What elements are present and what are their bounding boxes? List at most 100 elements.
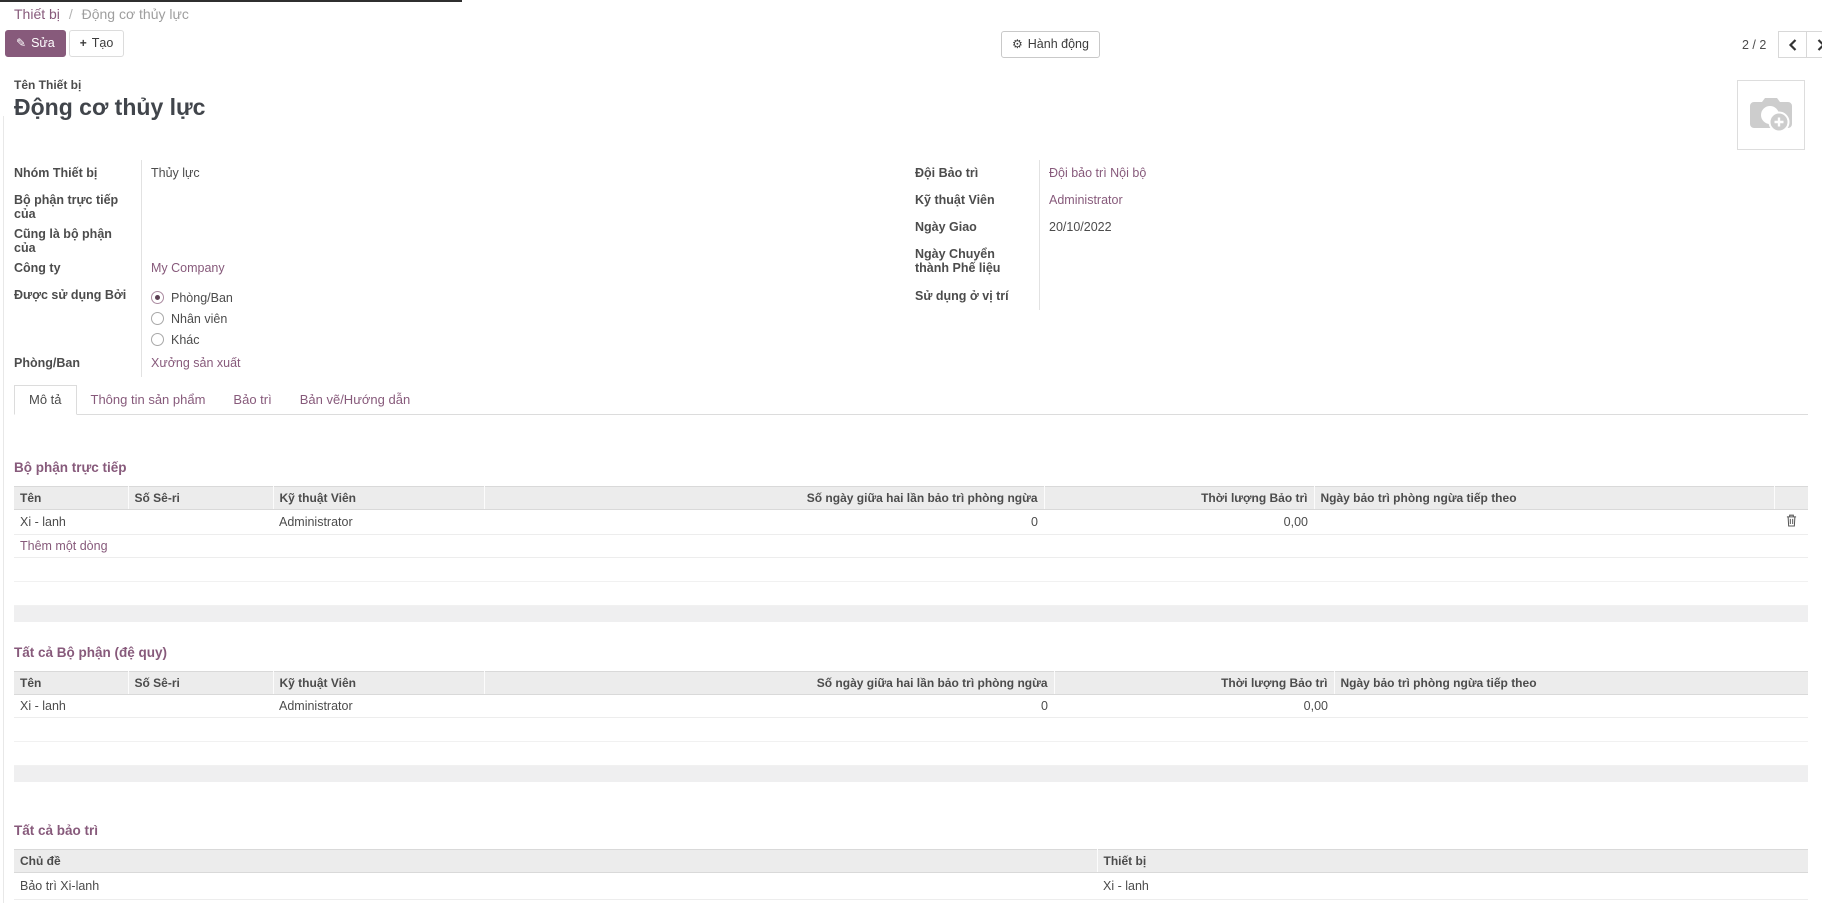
- direct-parts-table: Tên Số Sê-ri Kỹ thuật Viên Số ngày giữa …: [14, 486, 1808, 622]
- column-header-days-between[interactable]: Số ngày giữa hai lần bảo trì phòng ngừa: [484, 487, 1044, 510]
- cell-serial[interactable]: [128, 695, 273, 718]
- tab-drawings-instructions[interactable]: Bản vẽ/Hướng dẫn: [286, 386, 424, 414]
- table-header-row: Chủ đề Thiết bị: [14, 850, 1808, 873]
- radio-unselected-icon[interactable]: [151, 312, 164, 325]
- table-header-row: Tên Số Sê-ri Kỹ thuật Viên Số ngày giữa …: [14, 672, 1808, 695]
- column-header-next-date[interactable]: Ngày bảo trì phòng ngừa tiếp theo: [1334, 672, 1808, 695]
- section-all-parts: Tất cả Bộ phận (đệ quy) Tên Số Sê-ri Kỹ …: [14, 645, 1808, 782]
- field-label: Bộ phận trực tiếp của: [14, 187, 142, 221]
- radio-unselected-icon[interactable]: [151, 333, 164, 346]
- radio-option-label: Phòng/Ban: [171, 291, 233, 305]
- column-header-delete: [1774, 487, 1808, 510]
- radio-selected-icon[interactable]: [151, 291, 164, 304]
- column-header-subject[interactable]: Chủ đề: [14, 850, 1097, 873]
- cell-next-date[interactable]: [1314, 510, 1774, 535]
- radio-option-other[interactable]: Khác: [151, 329, 774, 350]
- pager-buttons: [1778, 31, 1822, 58]
- tab-product-information[interactable]: Thông tin sản phẩm: [77, 386, 220, 414]
- form-sheet: Tên Thiết bị Động cơ thủy lực Nhóm Thiết…: [0, 58, 1822, 903]
- maintenance-team-link[interactable]: Đội bảo trì Nội bộ: [1049, 166, 1146, 180]
- breadcrumb-parent-link[interactable]: Thiết bị: [14, 6, 60, 22]
- field-label: Cũng là bộ phận của: [14, 221, 142, 255]
- field-maintenance-team: Đội Bảo trì Đội bảo trì Nội bộ: [915, 160, 1475, 187]
- cell-subject[interactable]: Bảo trì Xi-lanh: [14, 873, 1097, 900]
- cell-technician[interactable]: Administrator: [273, 695, 484, 718]
- field-label: Ngày Chuyển thành Phế liệu: [915, 241, 1040, 283]
- column-header-duration[interactable]: Thời lượng Bảo trì: [1054, 672, 1334, 695]
- section-title: Tất cả bảo trì: [14, 823, 1808, 838]
- delete-row-button[interactable]: [1774, 510, 1808, 535]
- pager-value: 2 / 2: [1742, 38, 1766, 52]
- breadcrumb-separator: /: [69, 6, 73, 22]
- empty-row: [14, 582, 1808, 606]
- column-header-equipment[interactable]: Thiết bị: [1097, 850, 1808, 873]
- empty-row: [14, 742, 1808, 766]
- company-link[interactable]: My Company: [151, 261, 225, 275]
- pager-previous-button[interactable]: [1778, 31, 1807, 58]
- field-used-in-location: Sử dụng ở vị trí: [915, 283, 1475, 310]
- field-assigned-date: Ngày Giao 20/10/2022: [915, 214, 1475, 241]
- column-header-technician[interactable]: Kỹ thuật Viên: [273, 672, 484, 695]
- page-title: Động cơ thủy lực: [14, 94, 205, 121]
- record-buttons: ✎ Sửa + Tạo: [5, 30, 124, 57]
- field-value: [1040, 283, 1475, 310]
- table-row[interactable]: Xi - lanh Administrator 0 0,00: [14, 510, 1808, 535]
- all-parts-table: Tên Số Sê-ri Kỹ thuật Viên Số ngày giữa …: [14, 671, 1808, 782]
- column-header-name[interactable]: Tên: [14, 487, 128, 510]
- field-used-by: Được sử dụng Bởi Phòng/Ban Nhân viên Khá…: [14, 282, 774, 350]
- field-value: 20/10/2022: [1040, 214, 1475, 241]
- radio-option-employee[interactable]: Nhân viên: [151, 308, 774, 329]
- breadcrumb: Thiết bị / Động cơ thủy lực: [14, 6, 189, 22]
- column-header-next-date[interactable]: Ngày bảo trì phòng ngừa tiếp theo: [1314, 487, 1774, 510]
- cell-days-between[interactable]: 0: [484, 510, 1044, 535]
- empty-row: [14, 718, 1808, 742]
- cell-name[interactable]: Xi - lanh: [14, 695, 128, 718]
- column-header-days-between[interactable]: Số ngày giữa hai lần bảo trì phòng ngừa: [484, 672, 1054, 695]
- table-row[interactable]: Bảo trì Xi-lanh Xi - lanh: [14, 873, 1808, 900]
- column-header-serial[interactable]: Số Sê-ri: [128, 487, 273, 510]
- cell-duration[interactable]: 0,00: [1044, 510, 1314, 535]
- technician-link[interactable]: Administrator: [1049, 193, 1123, 207]
- create-button[interactable]: + Tạo: [69, 30, 125, 57]
- column-header-name[interactable]: Tên: [14, 672, 128, 695]
- field-value: [1040, 241, 1475, 283]
- tab-maintenance[interactable]: Bảo trì: [219, 386, 285, 414]
- field-label: Phòng/Ban: [14, 350, 142, 377]
- field-label: Công ty: [14, 255, 142, 282]
- column-header-serial[interactable]: Số Sê-ri: [128, 672, 273, 695]
- tab-description[interactable]: Mô tả: [14, 385, 77, 415]
- edit-button[interactable]: ✎ Sửa: [5, 30, 66, 57]
- image-upload-box[interactable]: [1737, 80, 1805, 150]
- gear-icon: ⚙: [1012, 38, 1023, 50]
- action-button[interactable]: ⚙ Hành động: [1001, 31, 1100, 58]
- department-link[interactable]: Xưởng sản xuất: [151, 356, 241, 370]
- table-row[interactable]: Xi - lanh Administrator 0 0,00: [14, 695, 1808, 718]
- column-header-technician[interactable]: Kỹ thuật Viên: [273, 487, 484, 510]
- empty-row: [14, 558, 1808, 582]
- field-label: Đội Bảo trì: [915, 160, 1040, 187]
- left-field-group: Nhóm Thiết bị Thủy lực Bộ phận trực tiếp…: [14, 160, 774, 377]
- radio-option-label: Nhân viên: [171, 312, 227, 326]
- field-value: [142, 221, 774, 255]
- edit-button-label: Sửa: [31, 37, 55, 50]
- name-field-label: Tên Thiết bị: [14, 78, 81, 92]
- field-technician: Kỹ thuật Viên Administrator: [915, 187, 1475, 214]
- cell-technician[interactable]: Administrator: [273, 510, 484, 535]
- sheet-left-rule: [3, 116, 4, 903]
- cell-next-date[interactable]: [1334, 695, 1808, 718]
- right-field-group: Đội Bảo trì Đội bảo trì Nội bộ Kỹ thuật …: [915, 160, 1475, 310]
- cell-name[interactable]: Xi - lanh: [14, 510, 128, 535]
- pager-next-button[interactable]: [1807, 31, 1822, 58]
- cell-serial[interactable]: [128, 510, 273, 535]
- column-header-duration[interactable]: Thời lượng Bảo trì: [1044, 487, 1314, 510]
- cell-duration[interactable]: 0,00: [1054, 695, 1334, 718]
- radio-option-department[interactable]: Phòng/Ban: [151, 287, 774, 308]
- cell-days-between[interactable]: 0: [484, 695, 1054, 718]
- field-department: Phòng/Ban Xưởng sản xuất: [14, 350, 774, 377]
- add-row: Thêm một dòng: [14, 535, 1808, 558]
- cell-equipment[interactable]: Xi - lanh: [1097, 873, 1808, 900]
- field-scrap-date: Ngày Chuyển thành Phế liệu: [915, 241, 1475, 283]
- add-a-line-link[interactable]: Thêm một dòng: [20, 539, 108, 553]
- stripe-row: [14, 606, 1808, 623]
- section-title: Bộ phận trực tiếp: [14, 460, 1808, 475]
